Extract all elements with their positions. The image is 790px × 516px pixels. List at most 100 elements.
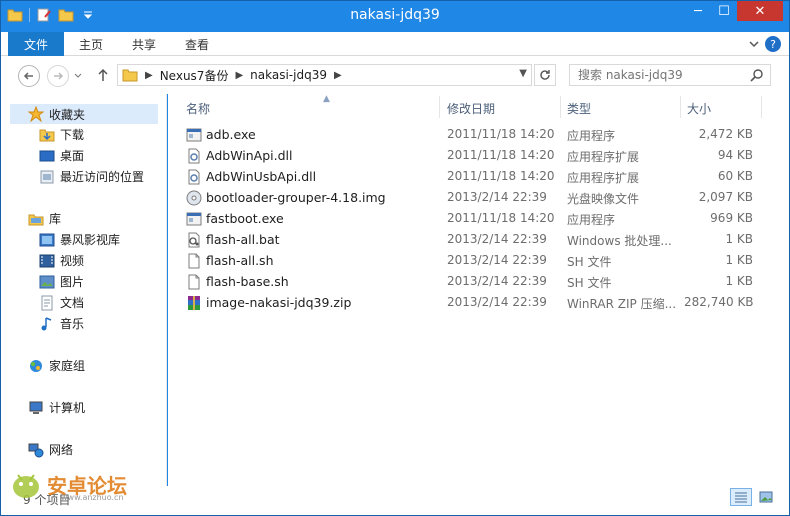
column-header-name[interactable]: 名称 ▲ bbox=[186, 94, 436, 118]
exe-icon bbox=[186, 128, 202, 142]
refresh-icon bbox=[540, 70, 550, 80]
nav-homegroup[interactable]: 家庭组 bbox=[28, 357, 85, 374]
chevron-right-icon[interactable]: ▶ bbox=[145, 70, 153, 81]
title-bar: nakasi-jdq39 ─ ☐ ✕ bbox=[1, 1, 789, 32]
file-name: adb.exe bbox=[206, 127, 256, 142]
search-box[interactable] bbox=[569, 64, 771, 86]
file-row-flash-all-sh[interactable]: flash-all.sh 2013/2/14 22:39 SH 文件 1 KB bbox=[184, 251, 784, 272]
column-divider[interactable] bbox=[560, 96, 561, 118]
nav-item-music[interactable]: 音乐 bbox=[39, 315, 84, 332]
file-name: AdbWinApi.dll bbox=[206, 148, 293, 163]
file-size: 94 KB bbox=[717, 148, 753, 162]
file-date: 2011/11/18 14:20 bbox=[447, 148, 555, 162]
nav-item-label: 桌面 bbox=[60, 149, 85, 163]
forward-button[interactable] bbox=[47, 65, 69, 87]
breadcrumb-current-folder[interactable]: nakasi-jdq39 bbox=[250, 68, 327, 82]
ribbon-tabs: 文件 主页 共享 查看 ? bbox=[1, 32, 789, 56]
address-field[interactable]: ▶ Nexus7备份 ▶ nakasi-jdq39 ▶ ▼ bbox=[117, 64, 532, 86]
recent-locations-chevron-icon[interactable] bbox=[74, 73, 82, 79]
column-divider[interactable] bbox=[439, 96, 440, 118]
file-date: 2013/2/14 22:39 bbox=[447, 253, 547, 267]
android-logo-icon bbox=[13, 474, 39, 498]
file-row-fastboot-exe[interactable]: fastboot.exe 2011/11/18 14:20 应用程序 969 K… bbox=[184, 209, 784, 230]
file-icon bbox=[188, 274, 200, 290]
file-size: 60 KB bbox=[717, 169, 753, 183]
maximize-button[interactable]: ☐ bbox=[711, 1, 737, 21]
star-icon bbox=[28, 106, 44, 122]
file-size: 1 KB bbox=[725, 253, 753, 267]
file-row-adbwinusbapi-dll[interactable]: AdbWinUsbApi.dll 2011/11/18 14:20 应用程序扩展… bbox=[184, 167, 784, 188]
chevron-right-icon[interactable]: ▶ bbox=[334, 70, 342, 81]
column-header-type[interactable]: 类型 bbox=[567, 98, 677, 118]
file-type: 应用程序扩展 bbox=[567, 150, 640, 164]
tab-share[interactable]: 共享 bbox=[132, 32, 156, 56]
folder-icon bbox=[122, 69, 138, 82]
back-button[interactable] bbox=[18, 65, 40, 87]
file-type: 应用程序 bbox=[567, 213, 616, 227]
nav-homegroup-label: 家庭组 bbox=[49, 359, 86, 373]
file-row-bootloader-img[interactable]: bootloader-grouper-4.18.img 2013/2/14 22… bbox=[184, 188, 784, 209]
nav-item-pictures[interactable]: 图片 bbox=[39, 273, 84, 290]
search-input[interactable] bbox=[578, 68, 748, 82]
minimize-button[interactable]: ─ bbox=[685, 1, 711, 21]
file-row-adb-exe[interactable]: adb.exe 2011/11/18 14:20 应用程序 2,472 KB bbox=[184, 125, 784, 146]
nav-network[interactable]: 网络 bbox=[28, 441, 73, 458]
nav-item-videos[interactable]: 视频 bbox=[39, 252, 84, 269]
watermark-url: www.anzhuo.cn bbox=[61, 493, 124, 502]
large-icons-view-button[interactable] bbox=[755, 488, 777, 506]
file-type: Windows 批处理... bbox=[567, 234, 672, 248]
dll-icon bbox=[188, 169, 200, 185]
nav-libraries-label: 库 bbox=[49, 212, 62, 226]
nav-item-label: 最近访问的位置 bbox=[60, 170, 145, 184]
tab-view[interactable]: 查看 bbox=[185, 32, 209, 56]
up-button[interactable] bbox=[97, 65, 113, 85]
forward-arrow-icon bbox=[54, 72, 64, 80]
file-date: 2013/2/14 22:39 bbox=[447, 232, 547, 246]
nav-item-recent-places[interactable]: 最近访问的位置 bbox=[39, 168, 144, 185]
file-row-flash-all-bat[interactable]: flash-all.bat 2013/2/14 22:39 Windows 批处… bbox=[184, 230, 784, 251]
nav-computer-label: 计算机 bbox=[49, 401, 86, 415]
video-library-icon bbox=[39, 233, 55, 246]
refresh-button[interactable] bbox=[534, 64, 556, 86]
file-size: 2,472 KB bbox=[698, 127, 753, 141]
details-view-button[interactable] bbox=[730, 488, 752, 506]
nav-item-documents[interactable]: 文档 bbox=[39, 294, 84, 311]
file-name: flash-all.sh bbox=[206, 253, 274, 268]
address-dropdown-icon[interactable]: ▼ bbox=[519, 68, 527, 79]
nav-item-label: 下载 bbox=[60, 128, 85, 142]
nav-item-downloads[interactable]: 下载 bbox=[39, 126, 84, 143]
exe-icon bbox=[186, 212, 202, 226]
nav-computer[interactable]: 计算机 bbox=[28, 399, 85, 416]
file-row-image-zip[interactable]: image-nakasi-jdq39.zip 2013/2/14 22:39 W… bbox=[184, 293, 784, 314]
file-date: 2013/2/14 22:39 bbox=[447, 295, 547, 309]
column-header-size[interactable]: 大小 bbox=[687, 98, 757, 118]
column-divider[interactable] bbox=[680, 96, 681, 118]
nav-favorites[interactable]: 收藏夹 bbox=[10, 104, 158, 124]
column-name-label: 名称 bbox=[186, 101, 211, 116]
nav-item-baofeng-library[interactable]: 暴风影视库 bbox=[39, 231, 120, 248]
tab-file[interactable]: 文件 bbox=[8, 32, 64, 56]
file-type: 光盘映像文件 bbox=[567, 192, 640, 206]
nav-favorites-label: 收藏夹 bbox=[49, 107, 86, 122]
chevron-right-icon[interactable]: ▶ bbox=[235, 70, 243, 81]
column-divider[interactable] bbox=[761, 96, 762, 118]
nav-item-label: 文档 bbox=[60, 296, 85, 310]
file-name: image-nakasi-jdq39.zip bbox=[206, 295, 352, 310]
column-header-date[interactable]: 修改日期 bbox=[447, 98, 557, 118]
tab-home[interactable]: 主页 bbox=[79, 32, 103, 56]
view-switcher bbox=[730, 488, 777, 506]
file-row-flash-base-sh[interactable]: flash-base.sh 2013/2/14 22:39 SH 文件 1 KB bbox=[184, 272, 784, 293]
expand-ribbon-icon[interactable] bbox=[749, 39, 759, 49]
search-icon[interactable] bbox=[750, 68, 764, 82]
help-icon[interactable]: ? bbox=[765, 36, 781, 52]
file-row-adbwinapi-dll[interactable]: AdbWinApi.dll 2011/11/18 14:20 应用程序扩展 94… bbox=[184, 146, 784, 167]
window-controls: ─ ☐ ✕ bbox=[685, 1, 783, 21]
nav-item-desktop[interactable]: 桌面 bbox=[39, 147, 84, 164]
file-list: 名称 ▲ 修改日期 类型 大小 adb.exe 2011/11/18 14:20… bbox=[168, 94, 789, 486]
nav-libraries[interactable]: 库 bbox=[28, 210, 61, 227]
close-button[interactable]: ✕ bbox=[737, 1, 783, 21]
file-name: flash-base.sh bbox=[206, 274, 289, 289]
up-arrow-icon bbox=[98, 68, 108, 81]
pictures-icon bbox=[39, 275, 55, 288]
breadcrumb-nexus7[interactable]: Nexus7备份 bbox=[160, 67, 229, 84]
